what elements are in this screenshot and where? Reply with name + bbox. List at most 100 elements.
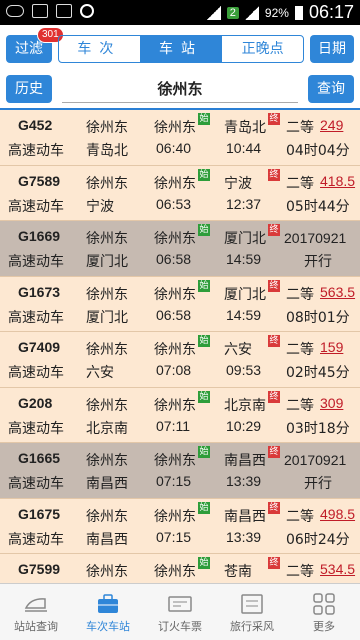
bottom-nav: 站站查询 车次车站 订火车票 旅行采风 更多	[0, 583, 360, 640]
departure-station: 徐州东	[154, 564, 196, 580]
train-row[interactable]: G208 高速动车 徐州东 北京南 徐州东 07:11 始北京南 10:29 终二等 309 03时…	[0, 387, 360, 443]
train-row[interactable]: G1665 高速动车 徐州东 南昌西 徐州东 07:15 始南昌西 13:39 终 2017092…	[0, 443, 360, 499]
departure-time: 06:58	[156, 306, 192, 323]
history-button[interactable]: 历史	[6, 75, 52, 103]
battery-percent: 92%	[264, 5, 289, 20]
arrival-time: 14:59	[226, 251, 262, 267]
tab-0[interactable]: 车次	[59, 36, 141, 62]
end-tag: 终	[268, 390, 280, 403]
start-tag: 始	[198, 168, 210, 181]
train-number: G7589	[18, 172, 61, 189]
travel-duration: 05时44分	[286, 198, 350, 215]
departure-time: 06:53	[156, 195, 192, 212]
nav-item-0[interactable]: 站站查询	[0, 584, 72, 640]
train-type: 高速动车	[8, 143, 64, 159]
start-tag: 始	[198, 279, 210, 292]
train-type: 高速动车	[8, 531, 64, 548]
departure-time: 07:11	[156, 417, 190, 434]
tab-1[interactable]: 车站	[140, 36, 223, 62]
notification-icons	[6, 4, 94, 18]
arrival-station: 厦门北	[224, 286, 266, 303]
origin-station: 徐州东	[86, 120, 128, 136]
end-tag: 终	[268, 446, 280, 458]
station-search-input[interactable]	[62, 75, 298, 103]
terminal-station: 南昌西	[86, 531, 128, 548]
terminal-station: 厦门北	[86, 254, 128, 270]
departure-station: 徐州东	[154, 286, 196, 303]
origin-station: 徐州东	[86, 286, 128, 303]
ticket-price[interactable]: 309	[320, 395, 343, 411]
query-button[interactable]: 查询	[308, 75, 354, 103]
departure-station: 徐州东	[154, 175, 196, 192]
travel-duration: 08时01分	[286, 309, 350, 326]
departure-time: 06:40	[156, 140, 192, 156]
nav-item-1[interactable]: 车次车站	[72, 584, 144, 640]
train-list[interactable]: G452 高速动车 徐州东 青岛北 徐州东 06:40 始青岛北 10:44 终二等 249 04时…	[0, 110, 360, 583]
travel-duration: 04时04分	[286, 143, 350, 159]
train-row[interactable]: G7409 高速动车 徐州东 六安 徐州东 07:08 始六安 09:53 终二等 159 02时4…	[0, 332, 360, 388]
train-type: 高速动车	[8, 254, 64, 270]
train-row[interactable]: G7589 高速动车 徐州东 宁波 徐州东 06:53 始宁波 12:37 终二等 418.5 05…	[0, 165, 360, 221]
end-tag: 终	[268, 335, 280, 347]
train-number: G1675	[18, 505, 61, 522]
departure-time: 07:15	[156, 473, 192, 489]
terminal-station: 南昌西	[86, 476, 128, 492]
train-row[interactable]: G7599高速动车徐州东苍南徐州东始苍南终二等534.5	[0, 554, 360, 583]
ticket-price[interactable]: 534.5	[320, 561, 355, 577]
arrival-station: 苍南	[224, 564, 252, 580]
end-tag: 终	[268, 279, 280, 292]
seat-class: 二等	[286, 564, 314, 580]
ticket-price[interactable]: 498.5	[320, 506, 355, 522]
train-type: 高速动车	[8, 476, 64, 492]
app-notification-icon	[80, 4, 94, 18]
ticket-price[interactable]: 563.5	[320, 284, 355, 300]
arrival-time: 13:39	[226, 528, 262, 545]
run-status: 开行	[304, 254, 332, 270]
arrival-station: 厦门北	[224, 231, 266, 247]
arrival-station: 六安	[224, 342, 252, 358]
origin-station: 徐州东	[86, 397, 128, 414]
nav-label: 更多	[313, 620, 335, 633]
nav-label: 站站查询	[14, 620, 58, 633]
nav-item-3[interactable]: 旅行采风	[216, 584, 288, 640]
train-row[interactable]: G1673 高速动车 徐州东 厦门北 徐州东 06:58 始厦门北 14:59 终二等 563.5…	[0, 276, 360, 332]
end-tag: 终	[268, 113, 280, 125]
search-header: 过滤 301 车次车站正晚点 日期 历史 查询	[0, 25, 360, 110]
train-type: 高速动车	[8, 365, 64, 381]
album-icon	[239, 592, 265, 616]
sim-icon: 2	[226, 6, 239, 19]
departure-time: 07:15	[156, 528, 192, 545]
train-row[interactable]: G1669 高速动车 徐州东 厦门北 徐州东 06:58 始厦门北 14:59 终 2017092…	[0, 221, 360, 277]
terminal-station: 北京南	[86, 420, 128, 437]
ticket-price[interactable]: 418.5	[320, 173, 355, 189]
arrival-time: 12:37	[226, 195, 262, 212]
arrival-time: 10:44	[226, 140, 262, 156]
seat-class: 二等	[286, 397, 314, 414]
origin-station: 徐州东	[86, 508, 128, 525]
train-row[interactable]: G452 高速动车 徐州东 青岛北 徐州东 06:40 始青岛北 10:44 终二等 249 04时…	[0, 110, 360, 166]
nav-item-2[interactable]: 订火车票	[144, 584, 216, 640]
nav-label: 旅行采风	[230, 620, 274, 633]
signal-icon	[244, 5, 259, 20]
train-number: G1673	[18, 283, 61, 300]
ticket-price[interactable]: 159	[320, 339, 343, 355]
tab-2[interactable]: 正晚点	[222, 36, 303, 62]
travel-duration: 02时45分	[286, 365, 350, 381]
chat-icon	[56, 4, 72, 18]
battery-icon	[294, 5, 303, 20]
arrival-station: 南昌西	[224, 508, 266, 525]
end-tag: 终	[268, 501, 280, 514]
departure-station: 徐州东	[154, 342, 196, 358]
start-tag: 始	[198, 224, 210, 236]
run-date: 20170921	[284, 230, 347, 246]
arrival-time: 09:53	[226, 362, 262, 378]
nav-label: 订火车票	[158, 620, 202, 633]
train-row[interactable]: G1675 高速动车 徐州东 南昌西 徐州东 07:15 始南昌西 13:39 终二等 498.5…	[0, 498, 360, 554]
image-icon	[32, 4, 48, 18]
nav-item-4[interactable]: 更多	[288, 584, 360, 640]
date-button[interactable]: 日期	[310, 35, 354, 63]
start-tag: 始	[198, 113, 210, 125]
ticket-price[interactable]: 249	[320, 117, 343, 133]
arrival-time: 10:29	[226, 417, 262, 434]
origin-station: 徐州东	[86, 231, 128, 247]
